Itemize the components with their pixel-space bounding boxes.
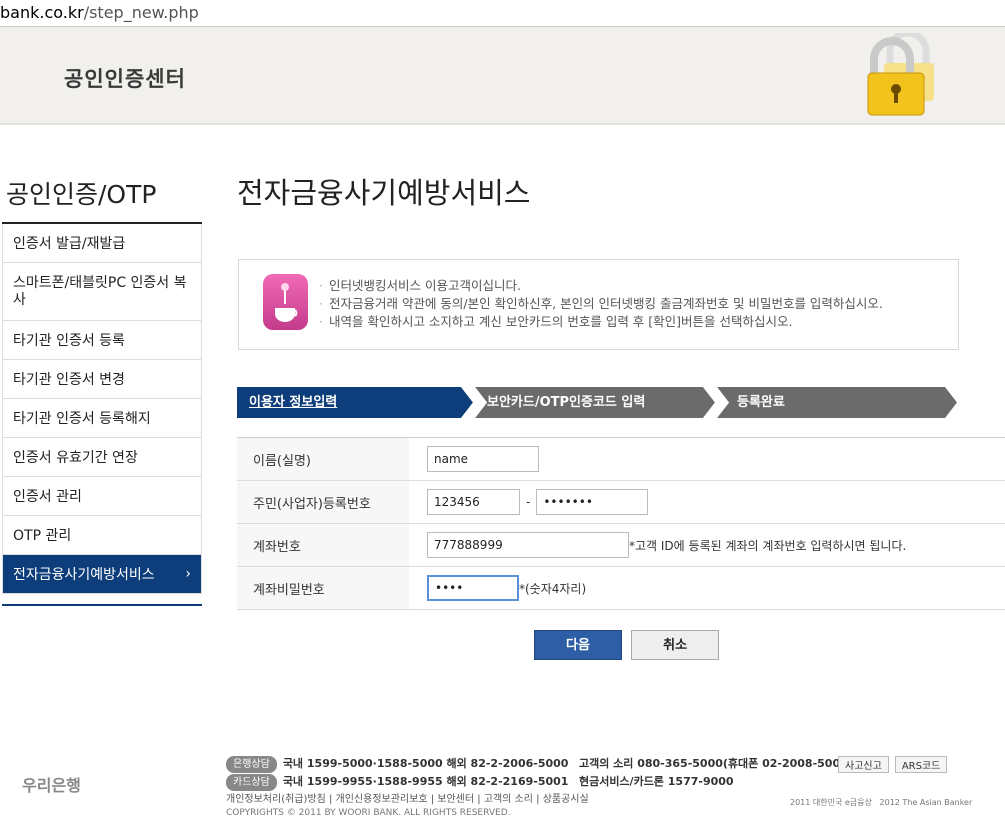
form-row-account: 계좌번호 *고객 ID에 등록된 계좌의 계좌번호 입력하시면 됩니다. (237, 524, 1005, 567)
sidebar-item-manage[interactable]: 인증서 관리 (3, 477, 201, 516)
sidebar-title: 공인인증/OTP (2, 165, 202, 224)
rrn-label: 주민(사업자)등록번호 (237, 481, 409, 523)
form-row-password: 계좌비밀번호 *(숫자4자리) (237, 567, 1005, 610)
woori-bank-logo: 우리은행 (22, 776, 81, 795)
sidebar-divider (2, 604, 202, 606)
password-note: *(숫자4자리) (519, 581, 587, 596)
award-1: 2011 대한민국 e금융상 (790, 798, 872, 807)
name-label: 이름(실명) (237, 438, 409, 480)
account-input[interactable] (427, 532, 629, 558)
ars-button[interactable]: ARS코드 (894, 756, 948, 773)
chevron-right-icon: › (185, 566, 191, 582)
bank-phone: 국내 1599-5000·1588-5000 해외 82-2-2006-5000 (282, 757, 569, 770)
header-title: 공인인증센터 (64, 67, 186, 91)
sidebar-item-other-change[interactable]: 타기관 인증서 변경 (3, 360, 201, 399)
sidebar-item-other-unregister[interactable]: 타기관 인증서 등록해지 (3, 399, 201, 438)
button-group: 다음 취소 (534, 630, 723, 660)
step-2: 보안카드/OTP인증코드 입력 (487, 395, 646, 410)
rrn-front-input[interactable] (427, 489, 520, 515)
footer: 우리은행 은행상담 국내 1599-5000·1588-5000 해외 82-2-… (0, 750, 1005, 825)
info-line: 내역을 확인하시고 소지하고 계신 보안카드의 번호를 입력 후 [확인]버튼을… (319, 313, 883, 331)
card-phone: 국내 1599-9955·1588-9955 해외 82-2-2169-5001 (282, 775, 569, 788)
sidebar-item-fraud-prevention[interactable]: 전자금융사기예방서비스 › (3, 555, 201, 594)
sidebar-item-smartphone-copy[interactable]: 스마트폰/태블릿PC 인증서 복사 (3, 263, 201, 321)
url-path: /step_new.php (83, 3, 199, 22)
sidebar: 공인인증/OTP 인증서 발급/재발급 스마트폰/태블릿PC 인증서 복사 타기… (2, 165, 202, 606)
footer-buttons: 사고신고 ARS코드 (838, 756, 953, 773)
step-indicator: 이용자 정보입력 보안카드/OTP인증코드 입력 등록완료 (237, 387, 957, 418)
bank-counsel-pill: 은행상담 (226, 756, 277, 773)
account-note: *고객 ID에 등록된 계좌의 계좌번호 입력하시면 됩니다. (629, 538, 907, 553)
header: 공인인증센터 (0, 27, 1005, 125)
info-box: 인터넷뱅킹서비스 이용고객이십니다. 전자금융거래 약관에 동의/본인 확인하신… (238, 259, 959, 350)
teacup-icon (263, 274, 308, 330)
sidebar-item-extend[interactable]: 인증서 유효기간 연장 (3, 438, 201, 477)
info-line: 전자금융거래 약관에 동의/본인 확인하신후, 본인의 인터넷뱅킹 출금계좌번호… (319, 295, 883, 313)
step-3: 등록완료 (737, 395, 785, 410)
rrn-separator: - (526, 495, 531, 509)
name-input[interactable] (427, 446, 539, 472)
cash-service: 현금서비스/카드론 1577-9000 (578, 775, 734, 788)
sidebar-item-cert-issue[interactable]: 인증서 발급/재발급 (3, 224, 201, 263)
card-counsel-pill: 카드상담 (226, 774, 277, 791)
info-line: 인터넷뱅킹서비스 이용고객이십니다. (319, 277, 883, 295)
account-label: 계좌번호 (237, 524, 409, 566)
form-row-name: 이름(실명) (237, 438, 1005, 481)
award-2: 2012 The Asian Banker (879, 798, 973, 807)
padlock-icon (867, 33, 934, 116)
sidebar-item-otp[interactable]: OTP 관리 (3, 516, 201, 555)
footer-contacts: 은행상담 국내 1599-5000·1588-5000 해외 82-2-2006-… (226, 755, 853, 818)
report-button[interactable]: 사고신고 (838, 756, 889, 773)
url-host: bank.co.kr (0, 3, 84, 22)
form-row-rrn: 주민(사업자)등록번호 - (237, 481, 1005, 524)
step-1: 이용자 정보입력 (249, 395, 338, 410)
customer-voice: 고객의 소리 080-365-5000(휴대폰 02-2008-5000) (578, 757, 853, 770)
password-input[interactable] (427, 575, 519, 601)
copyright: COPYRIGHTS © 2011 BY WOORI BANK. ALL RIG… (226, 808, 511, 818)
cancel-button[interactable]: 취소 (631, 630, 720, 660)
page-title: 전자금융사기예방서비스 (237, 176, 531, 210)
footer-links[interactable]: 개인정보처리(취급)방침 | 개인신용정보관리보호 | 보안센터 | 고객의 소… (226, 791, 853, 808)
address-bar[interactable]: bank.co.kr/step_new.php (0, 0, 1005, 27)
sidebar-item-label: 전자금융사기예방서비스 (13, 567, 155, 583)
password-label: 계좌비밀번호 (237, 567, 409, 609)
award-badges: 2011 대한민국 e금융상 2012 The Asian Banker (790, 798, 972, 808)
next-button[interactable]: 다음 (534, 630, 622, 660)
user-info-form: 이름(실명) 주민(사업자)등록번호 - 계좌번호 *고객 ID에 등록된 계좌… (237, 437, 1005, 610)
sidebar-item-other-register[interactable]: 타기관 인증서 등록 (3, 321, 201, 360)
rrn-back-input[interactable] (536, 489, 649, 515)
